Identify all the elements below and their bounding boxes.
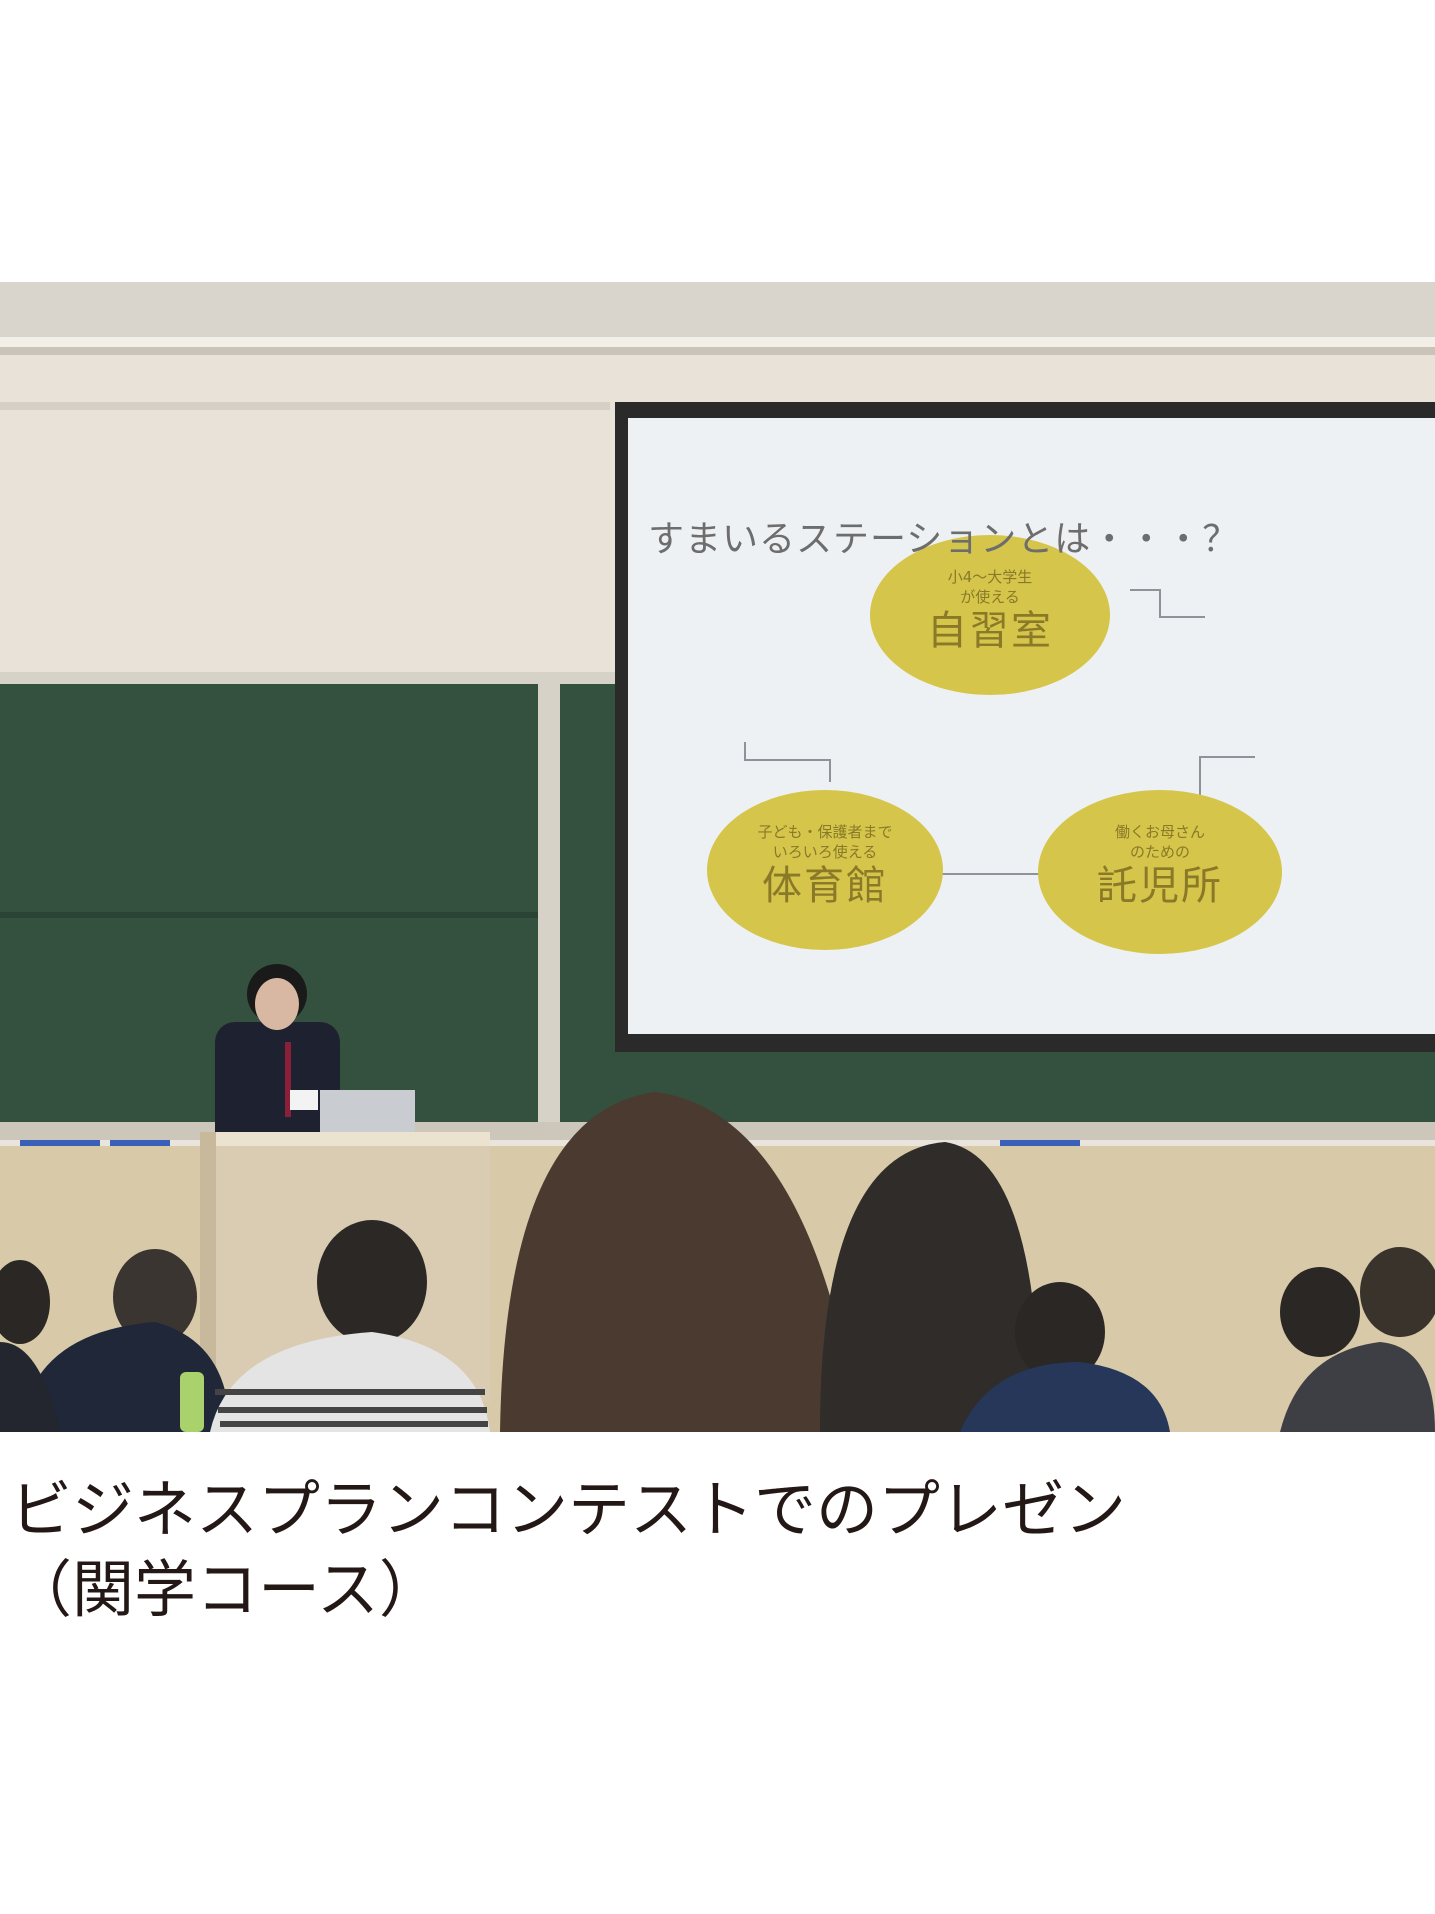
bubble-study-room-note-2: が使える	[960, 588, 1020, 606]
bubble-nursery-label: 託児所	[1097, 863, 1223, 909]
bubble-study-room-label: 自習室	[927, 608, 1053, 654]
bubble-gymnasium: 子ども・保護者まで いろいろ使える 体育館	[715, 822, 935, 910]
bubble-nursery-note-2: のための	[1129, 843, 1190, 861]
bubble-study-room-note-1: 小4〜大学生	[947, 568, 1033, 586]
bubble-gymnasium-note-1: 子ども・保護者まで	[757, 823, 893, 841]
slide-title: すまいるステーションとは・・・？	[648, 519, 1240, 560]
bubble-study-room: 小4〜大学生 が使える 自習室	[880, 567, 1100, 655]
caption-line-1: ビジネスプランコンテストでのプレゼン	[10, 1473, 1127, 1546]
bubble-nursery: 働くお母さん のための 託児所	[1050, 822, 1270, 910]
bubble-gymnasium-label: 体育館	[762, 863, 888, 909]
caption-line-2: （関学コース）	[10, 1553, 441, 1626]
photo-caption: ビジネスプランコンテストでのプレゼン （関学コース）	[10, 1470, 1410, 1630]
bubble-gymnasium-note-2: いろいろ使える	[772, 843, 878, 861]
presentation-photo: すまいるステーションとは・・・？ 小4〜大学生 が使える 自習室 子ども・保護者…	[0, 282, 1435, 1432]
bubble-nursery-note-1: 働くお母さん	[1114, 823, 1205, 841]
